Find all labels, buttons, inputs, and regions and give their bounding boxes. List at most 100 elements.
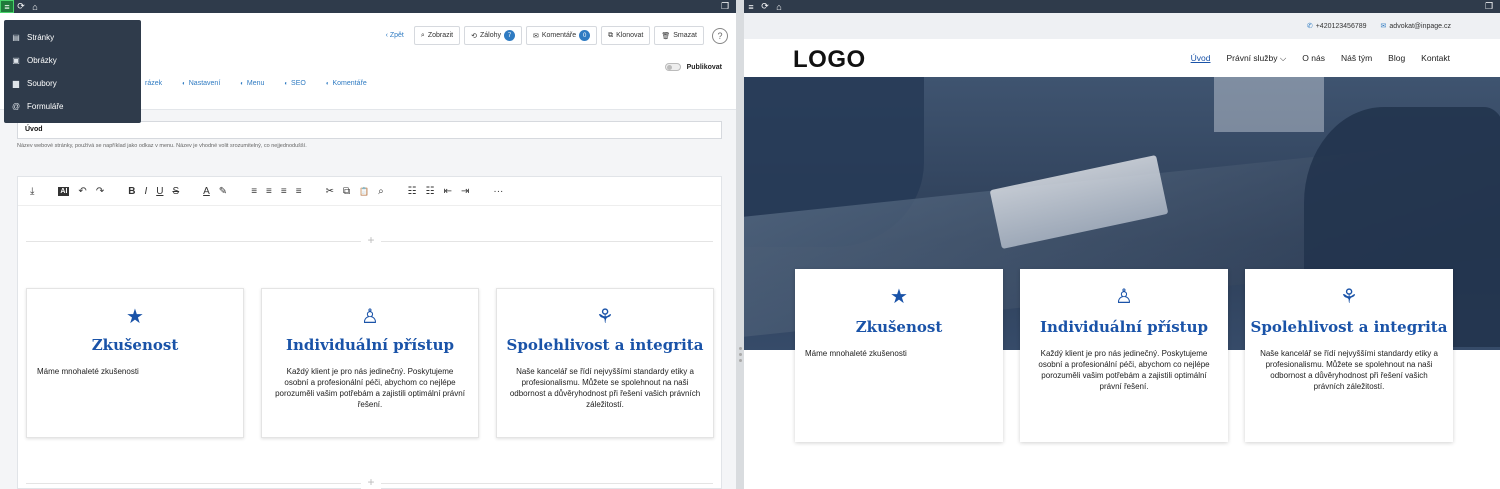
tab-menu[interactable]: ◐ Menu	[240, 80, 264, 87]
comments-count-badge: 0	[579, 30, 591, 41]
phone-icon: ✆	[1306, 23, 1313, 30]
menu-item-files[interactable]: ▆ Soubory	[4, 72, 141, 95]
backups-button[interactable]: ⟲ Zálohy 7	[464, 26, 522, 45]
refresh-icon[interactable]: ⟳	[758, 0, 772, 13]
download-icon[interactable]: ⤓	[30, 186, 34, 197]
pane-splitter[interactable]	[736, 0, 744, 489]
menu-icon[interactable]: ≡	[744, 0, 758, 13]
feature-card[interactable]: ♙ Individuální přístup Každý klient je p…	[261, 288, 479, 438]
copy-icon[interactable]: ⧉	[343, 186, 350, 197]
tab-comments[interactable]: ◐ Komentáře	[326, 80, 367, 87]
publish-label: Publikovat	[686, 63, 722, 71]
phone-text: +420123456789	[1315, 23, 1367, 30]
card-title: Zkušenost	[91, 336, 179, 354]
home-icon[interactable]: ⌂	[772, 0, 786, 13]
menu-item-label: Stránky	[27, 33, 55, 42]
feature-card: ★ Zkušenost Máme mnohaleté zkušenosti	[795, 269, 1003, 442]
at-icon: @	[12, 102, 21, 111]
back-link[interactable]: ‹ Zpět	[386, 32, 404, 39]
editor-topbar: ≡ ⟳ ⌂ ❐	[0, 0, 736, 13]
highlight-icon[interactable]: ✎	[219, 186, 227, 197]
home-icon[interactable]: ⌂	[28, 0, 42, 13]
nav-item-home[interactable]: Úvod	[1191, 53, 1211, 64]
menu-icon[interactable]: ≡	[0, 0, 14, 13]
main-menu-dropdown: ▤ Stránky ▣ Obrázky ▆ Soubory @ Formuláře	[4, 20, 141, 123]
align-left-icon[interactable]: ≡	[251, 186, 257, 197]
app-root: ≡ ⟳ ⌂ ❐ ‹ Zpět ⌕ Zobrazit ⟲ Zálohy 7 ✉ Komen…	[0, 0, 1500, 489]
help-icon[interactable]: ?	[712, 27, 728, 44]
site-nav: Úvod Právní služby ⌵ O nás Náš tým Blog …	[1191, 53, 1450, 64]
image-icon: ▣	[12, 56, 20, 65]
indent-icon[interactable]: ⇥	[461, 186, 469, 197]
tab-image[interactable]: rázek	[145, 80, 162, 87]
window-icon[interactable]: ❐	[718, 0, 732, 13]
paste-icon[interactable]: 📋	[359, 187, 369, 196]
underline-icon[interactable]: U	[156, 186, 163, 197]
delete-label: Smazat	[673, 32, 697, 39]
contact-bar: ✆ +420123456789 ✉ advokat@inpage.cz	[744, 13, 1500, 39]
feature-card[interactable]: ⚘ Spolehlivost a integrita Naše kancelář…	[496, 288, 714, 438]
clone-button[interactable]: ⧉ Klonovat	[601, 26, 651, 45]
delete-button[interactable]: 🗑 Smazat	[654, 26, 704, 45]
toggle-icon: ◐	[284, 80, 289, 87]
star-icon: ★	[890, 286, 908, 308]
menu-item-label: Soubory	[27, 79, 57, 88]
tab-settings[interactable]: ◐ Nastavení	[182, 80, 220, 87]
comments-button[interactable]: ✉ Komentáře 0	[526, 26, 598, 45]
show-button[interactable]: ⌕ Zobrazit	[413, 26, 461, 45]
align-center-icon[interactable]: ≡	[266, 186, 272, 197]
more-icon[interactable]: ···	[493, 186, 503, 197]
toggle-switch[interactable]	[664, 63, 681, 71]
bold-icon[interactable]: B	[128, 186, 135, 197]
action-bar: ‹ Zpět ⌕ Zobrazit ⟲ Zálohy 7 ✉ Komentáře 0 ⧉ K…	[386, 26, 728, 45]
align-right-icon[interactable]: ≡	[281, 186, 287, 197]
ai-icon[interactable]: AI	[58, 186, 70, 196]
nav-item-services[interactable]: Právní služby ⌵	[1226, 53, 1286, 64]
backups-count-badge: 7	[504, 30, 515, 41]
refresh-icon[interactable]: ⟳	[14, 0, 28, 13]
award-icon: ⚘	[596, 306, 614, 328]
drag-handle-icon[interactable]	[739, 347, 742, 362]
site-logo[interactable]: LOGO	[793, 46, 866, 74]
menu-item-pages[interactable]: ▤ Stránky	[4, 26, 141, 49]
tab-seo[interactable]: ◐ SEO	[284, 80, 305, 87]
phone-link[interactable]: ✆ +420123456789	[1307, 22, 1367, 30]
card-title: Individuální přístup	[1039, 318, 1209, 336]
strikethrough-icon[interactable]: S	[172, 186, 179, 197]
clone-icon: ⧉	[608, 31, 614, 39]
text-color-icon[interactable]: A	[203, 186, 210, 197]
email-link[interactable]: ✉ advokat@inpage.cz	[1381, 22, 1451, 30]
card-text: Máme mnohaleté zkušenosti	[37, 367, 139, 376]
nav-item-contact[interactable]: Kontakt	[1421, 53, 1450, 64]
bullet-list-icon[interactable]: ☷	[426, 186, 435, 197]
ordered-list-icon[interactable]: ☷	[408, 186, 417, 197]
redo-icon[interactable]: ↷	[96, 186, 104, 197]
add-block-icon[interactable]: +	[361, 475, 381, 489]
toggle-icon: ◐	[325, 80, 330, 87]
add-block-icon[interactable]: +	[361, 233, 381, 247]
publish-toggle[interactable]: Publikovat	[664, 63, 722, 71]
nav-item-blog[interactable]: Blog	[1388, 53, 1405, 64]
award-icon: ⚘	[1340, 286, 1358, 308]
card-text: Máme mnohaleté zkušenosti	[805, 349, 907, 358]
nav-item-team[interactable]: Náš tým	[1341, 53, 1372, 64]
feature-card[interactable]: ★ Zkušenost Máme mnohaleté zkušenosti	[26, 288, 244, 438]
find-icon[interactable]: ⌕	[378, 186, 384, 197]
menu-item-images[interactable]: ▣ Obrázky	[4, 49, 141, 72]
cut-icon[interactable]: ✂	[326, 186, 334, 197]
editor-pane: ≡ ⟳ ⌂ ❐ ‹ Zpět ⌕ Zobrazit ⟲ Zálohy 7 ✉ Komen…	[0, 0, 736, 489]
tab-comments-label: Komentáře	[332, 80, 367, 87]
feature-card: ♙ Individuální přístup Každý klient je p…	[1020, 269, 1228, 442]
content-editor[interactable]: ⤓ AI ↶ ↷ B I U S A ✎ ≡ ≡ ≡ ≡ ✂ ⧉ 📋 ⌕ ☷ ☷…	[17, 176, 722, 489]
align-justify-icon[interactable]: ≡	[296, 186, 302, 197]
tab-menu-label: Menu	[246, 80, 265, 87]
tab-image-label: rázek	[145, 80, 163, 87]
undo-icon[interactable]: ↶	[78, 186, 86, 197]
title-help-text: Název webové stránky, používá se napříkl…	[17, 143, 307, 149]
outdent-icon[interactable]: ⇤	[444, 186, 452, 197]
menu-item-forms[interactable]: @ Formuláře	[4, 95, 141, 118]
window-icon[interactable]: ❐	[1482, 0, 1496, 13]
italic-icon[interactable]: I	[144, 186, 147, 197]
page-title-input[interactable]: Úvod	[17, 121, 722, 139]
nav-item-about[interactable]: O nás	[1302, 53, 1325, 64]
